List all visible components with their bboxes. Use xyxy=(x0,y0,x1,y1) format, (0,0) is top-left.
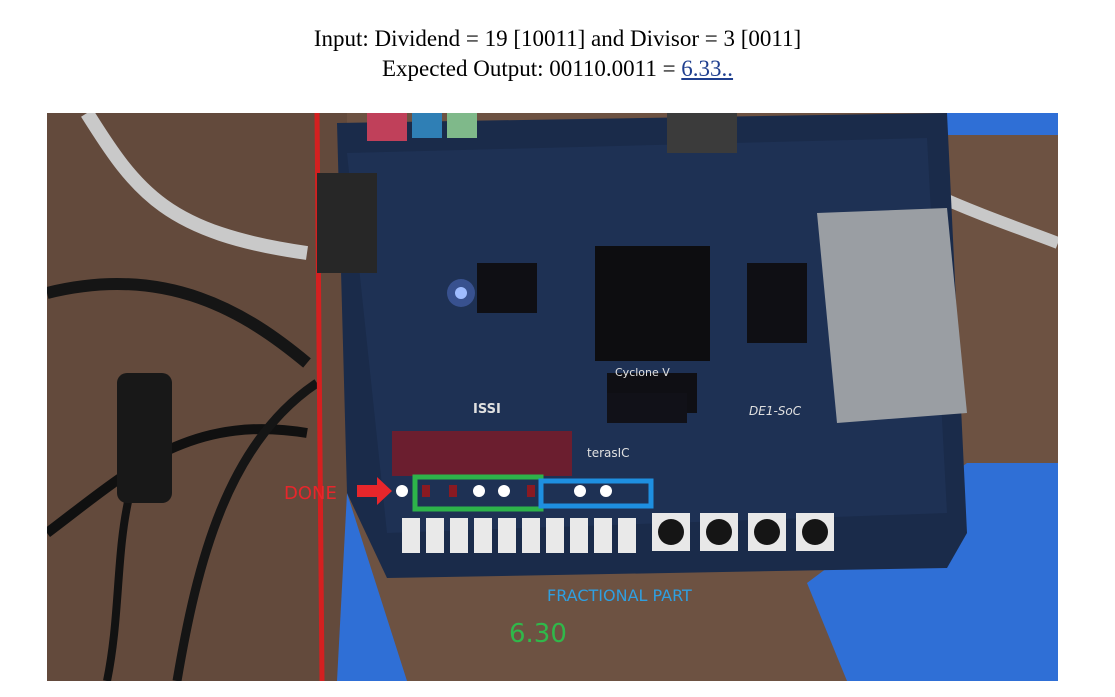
caption-block: Input: Dividend = 19 [10011] and Divisor… xyxy=(0,24,1115,84)
expected-output-prefix: Expected Output: 00110.0011 = xyxy=(381,56,682,81)
fpga-board-photo: Cyclone V DE1-SoC terasIC ISSI DONE FRAC… xyxy=(47,113,1058,681)
done-label: DONE xyxy=(284,483,337,504)
expected-output-line: Expected Output: 00110.0011 = 6.33.. xyxy=(0,54,1115,84)
fractional-part-label: FRACTIONAL PART xyxy=(547,586,692,605)
result-label: 6.30 xyxy=(509,619,567,649)
board-model-text: DE1-SoC xyxy=(749,404,802,418)
board-maker-text: terasIC xyxy=(587,446,630,460)
board-chip-text: ISSI xyxy=(473,402,501,417)
input-line: Input: Dividend = 19 [10011] and Divisor… xyxy=(313,26,802,51)
board-brand-text: Cyclone V xyxy=(615,366,670,379)
expected-output-value: 6.33.. xyxy=(681,56,734,81)
